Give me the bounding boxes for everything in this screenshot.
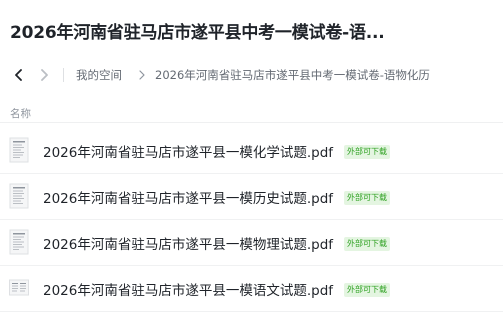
pdf-thumbnail-icon	[9, 183, 29, 209]
column-header-name[interactable]: 名称	[10, 106, 31, 121]
download-badge: 外部可下载	[344, 145, 390, 159]
download-badge: 外部可下载	[344, 283, 390, 297]
pdf-thumbnail-icon	[9, 137, 29, 163]
chevron-right-icon	[41, 69, 48, 81]
breadcrumb-current-folder: 2026年河南省驻马店市遂平县中考一模试卷-语物化历	[155, 68, 430, 82]
forward-button[interactable]	[35, 65, 53, 85]
file-row[interactable]: 2026年河南省驻马店市遂平县一模语文试题.pdf 外部可下载	[0, 266, 503, 312]
file-row[interactable]: 2026年河南省驻马店市遂平县一模物理试题.pdf 外部可下载	[0, 220, 503, 266]
header-divider	[0, 122, 503, 123]
breadcrumb-home-link[interactable]: 我的空间	[76, 67, 122, 83]
breadcrumb-separator-icon	[139, 70, 145, 80]
chevron-left-icon	[15, 69, 22, 81]
back-button[interactable]	[10, 65, 28, 85]
file-list: 2026年河南省驻马店市遂平县一模化学试题.pdf 外部可下载 2026年河南省…	[0, 128, 503, 312]
pdf-thumbnail-icon	[9, 279, 29, 296]
breadcrumb-divider	[63, 68, 64, 82]
file-name[interactable]: 2026年河南省驻马店市遂平县一模语文试题.pdf	[43, 279, 333, 299]
file-name[interactable]: 2026年河南省驻马店市遂平县一模化学试题.pdf	[43, 141, 333, 161]
file-name[interactable]: 2026年河南省驻马店市遂平县一模历史试题.pdf	[43, 187, 333, 207]
breadcrumb: 我的空间 2026年河南省驻马店市遂平县中考一模试卷-语物化历	[0, 62, 503, 88]
pdf-thumbnail-icon	[9, 229, 29, 255]
page-title: 2026年河南省驻马店市遂平县中考一模试卷-语...	[10, 23, 385, 43]
download-badge: 外部可下载	[344, 237, 390, 251]
download-badge: 外部可下载	[344, 191, 390, 205]
file-name[interactable]: 2026年河南省驻马店市遂平县一模物理试题.pdf	[43, 233, 333, 253]
file-row[interactable]: 2026年河南省驻马店市遂平县一模历史试题.pdf 外部可下载	[0, 174, 503, 220]
file-row[interactable]: 2026年河南省驻马店市遂平县一模化学试题.pdf 外部可下载	[0, 128, 503, 174]
